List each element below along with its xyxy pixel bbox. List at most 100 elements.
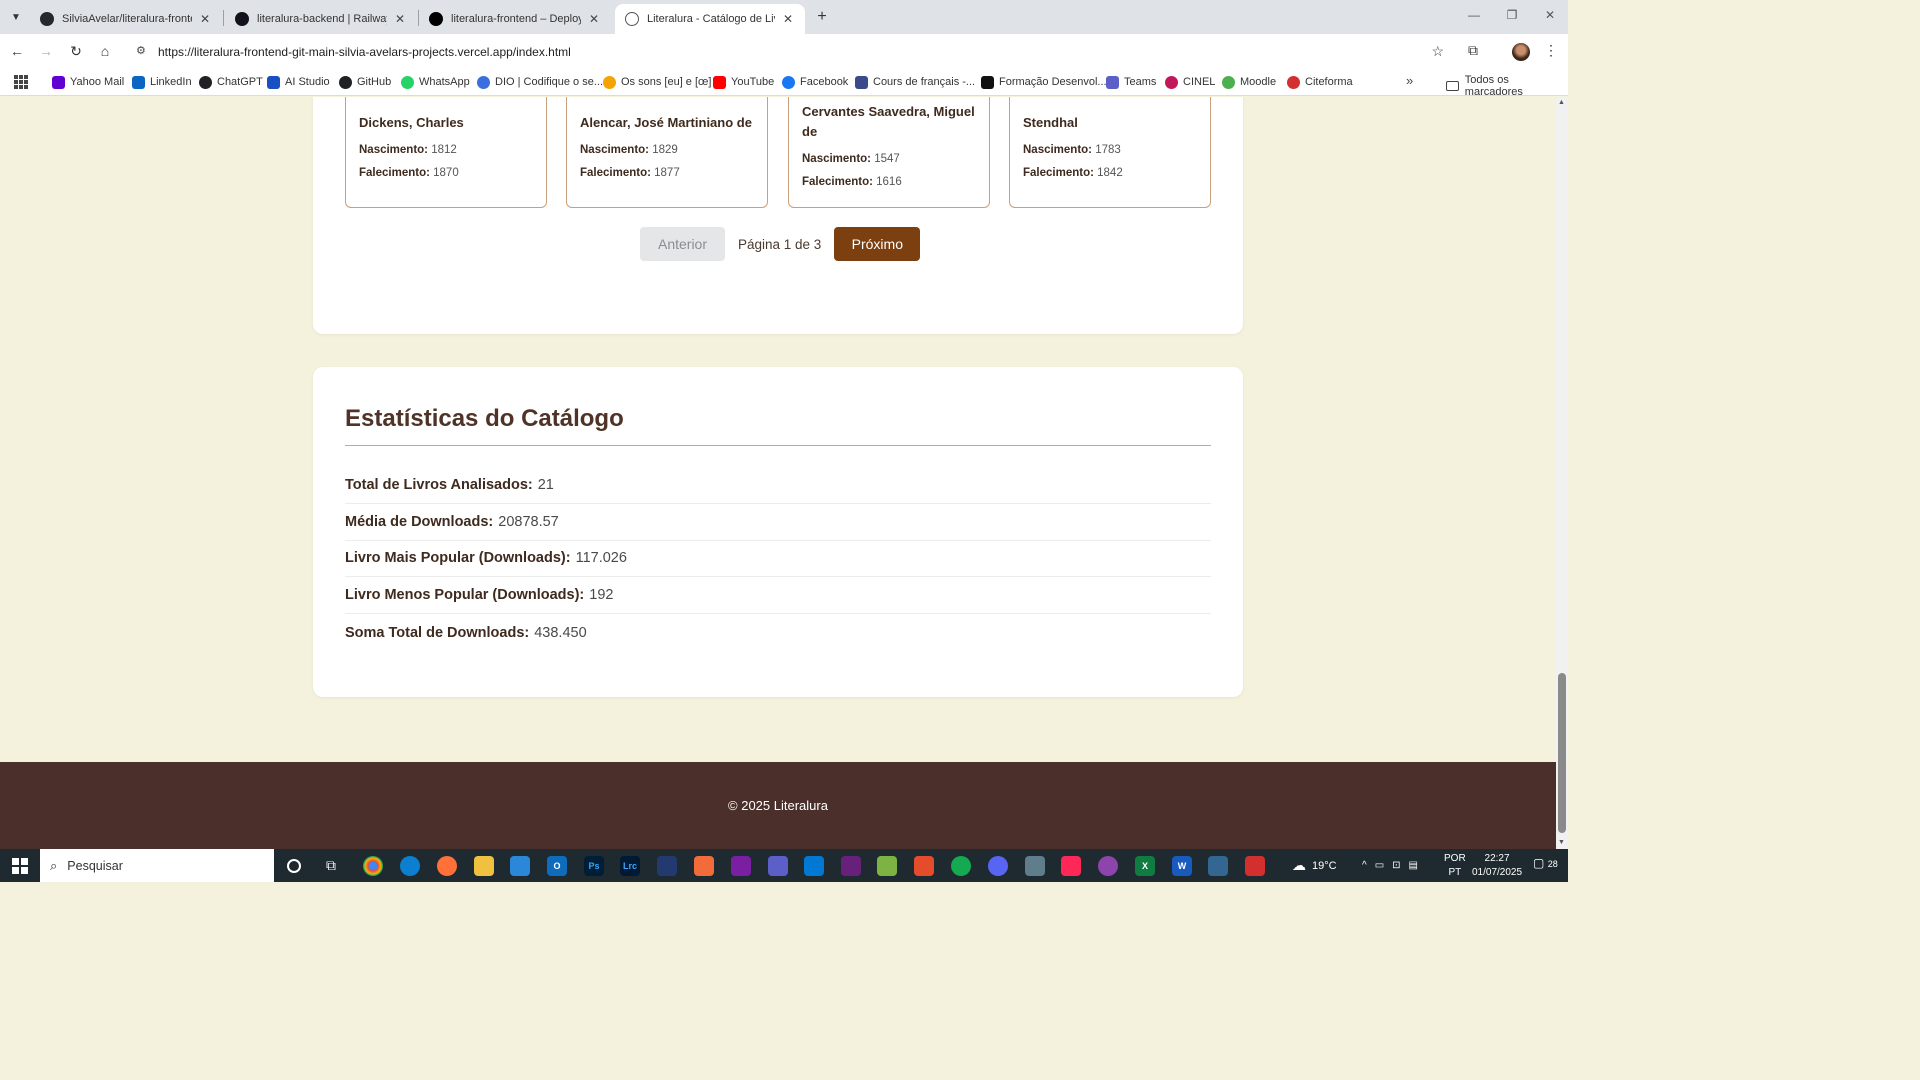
network-icon[interactable]: ▤ bbox=[1409, 860, 1418, 871]
stat-value: 20878.57 bbox=[498, 514, 559, 530]
bookmark-citeforma[interactable]: Citeforma bbox=[1287, 74, 1353, 90]
edge-icon[interactable] bbox=[400, 856, 420, 876]
close-icon[interactable]: ✕ bbox=[198, 12, 212, 26]
next-page-button[interactable]: Próximo bbox=[834, 227, 921, 261]
taskbar-clock[interactable]: 22:27 01/07/2025 bbox=[1472, 852, 1522, 880]
language-indicator[interactable]: POR PT bbox=[1444, 852, 1466, 880]
minimize-icon[interactable]: — bbox=[1464, 8, 1484, 22]
bookmark-chatgpt[interactable]: ChatGPT bbox=[199, 74, 263, 90]
tab-github[interactable]: SilviaAvelar/literalura-frontend ✕ bbox=[30, 4, 222, 34]
bookmark-star-icon[interactable]: ☆ bbox=[1431, 43, 1444, 60]
close-icon[interactable]: ✕ bbox=[393, 12, 407, 26]
bookmark-dio[interactable]: DIO | Codifique o se... bbox=[477, 74, 603, 90]
notifications-button[interactable]: ▢ 28 bbox=[1533, 856, 1558, 870]
task-view-icon[interactable]: ⧉ bbox=[326, 857, 336, 874]
bookmark-whatsapp[interactable]: WhatsApp bbox=[401, 74, 470, 90]
menu-kebab-icon[interactable]: ⋮ bbox=[1544, 42, 1558, 59]
avatar[interactable] bbox=[1512, 43, 1530, 61]
death-label: Falecimento: bbox=[802, 176, 873, 188]
restore-icon[interactable]: ❐ bbox=[1502, 8, 1522, 22]
battery-icon[interactable]: ▭ bbox=[1375, 860, 1384, 871]
bookmark-yahoo-mail[interactable]: Yahoo Mail bbox=[52, 74, 124, 90]
intellij-icon[interactable] bbox=[1061, 856, 1081, 876]
chrome-icon[interactable] bbox=[363, 856, 383, 876]
app-icon[interactable] bbox=[1025, 856, 1045, 876]
bookmark-formacao[interactable]: Formação Desenvol... bbox=[981, 74, 1107, 90]
excel-icon[interactable]: X bbox=[1135, 856, 1155, 876]
vscode-icon[interactable] bbox=[804, 856, 824, 876]
whatsapp-icon bbox=[401, 75, 414, 89]
close-icon[interactable]: ✕ bbox=[587, 12, 601, 26]
tab-search-button[interactable]: ▼ bbox=[6, 7, 26, 27]
eclipse-icon[interactable] bbox=[1098, 856, 1118, 876]
address-bar[interactable]: ⚙ https://literalura-frontend-git-main-s… bbox=[128, 38, 1458, 65]
footer-copyright: © 2025 Literalura bbox=[728, 798, 828, 813]
more-bookmarks-icon[interactable]: » bbox=[1406, 73, 1413, 88]
new-tab-button[interactable]: + bbox=[812, 7, 832, 27]
display-icon[interactable]: ⊡ bbox=[1392, 860, 1400, 871]
home-icon[interactable]: ⌂ bbox=[94, 41, 116, 61]
all-bookmarks-label: Todos os marcadores bbox=[1464, 74, 1523, 98]
notepad-plus-icon[interactable] bbox=[877, 856, 897, 876]
tab-railway[interactable]: literalura-backend | Railway ✕ bbox=[225, 4, 417, 34]
close-icon[interactable]: ✕ bbox=[781, 12, 795, 26]
author-card: Stendhal Nascimento: 1783 Falecimento: 1… bbox=[1009, 97, 1211, 208]
firefox-icon[interactable] bbox=[437, 856, 457, 876]
taskbar-search[interactable]: ⌕ Pesquisar bbox=[40, 849, 274, 882]
discord-icon[interactable] bbox=[988, 856, 1008, 876]
postgresql-icon[interactable] bbox=[1208, 856, 1228, 876]
visual-studio-icon[interactable] bbox=[841, 856, 861, 876]
all-bookmarks-button[interactable]: Todos os marcadores bbox=[1446, 74, 1568, 98]
jetbrains-icon[interactable] bbox=[731, 856, 751, 876]
bookmark-cours-francais[interactable]: Cours de français -... bbox=[855, 74, 975, 90]
tab-literalura[interactable]: Literalura - Catálogo de Livros ✕ bbox=[615, 4, 805, 34]
amazon-icon bbox=[981, 75, 994, 89]
forward-arrow-icon[interactable]: → bbox=[35, 41, 57, 61]
xampp-icon[interactable] bbox=[694, 856, 714, 876]
windows-start-icon[interactable] bbox=[12, 858, 28, 874]
apps-grid-icon[interactable] bbox=[14, 75, 28, 89]
stat-value: 117.026 bbox=[575, 550, 627, 566]
store-icon[interactable] bbox=[510, 856, 530, 876]
photoshop-icon[interactable]: Ps bbox=[584, 856, 604, 876]
bookmark-label: Teams bbox=[1124, 76, 1157, 88]
git-icon[interactable] bbox=[914, 856, 934, 876]
bookmark-facebook[interactable]: Facebook bbox=[782, 74, 848, 90]
url-text[interactable]: https://literalura-frontend-git-main-sil… bbox=[158, 45, 571, 59]
tray-icons[interactable]: ^ ▭ ⊡ ▤ bbox=[1362, 849, 1418, 882]
scroll-down-icon[interactable]: ▼ bbox=[1558, 839, 1565, 846]
bookmark-moodle[interactable]: Moodle bbox=[1222, 74, 1276, 90]
tab-vercel[interactable]: literalura-frontend – Deployment ✕ bbox=[419, 4, 611, 34]
bookmark-ai-studio[interactable]: AI Studio bbox=[267, 74, 330, 90]
weather-widget[interactable]: ☁ 19°C bbox=[1292, 849, 1337, 882]
page-viewport[interactable]: Dickens, Charles Nascimento: 1812 Faleci… bbox=[0, 97, 1556, 849]
scrollbar-thumb[interactable] bbox=[1558, 673, 1566, 833]
teams-icon[interactable] bbox=[768, 856, 788, 876]
page-scrollbar[interactable]: ▲ ▼ bbox=[1556, 97, 1568, 849]
bookmark-github[interactable]: GitHub bbox=[339, 74, 391, 90]
mongodb-icon[interactable] bbox=[951, 856, 971, 876]
stat-value: 192 bbox=[589, 587, 614, 603]
file-explorer-icon[interactable] bbox=[474, 856, 494, 876]
bookmark-label: YouTube bbox=[731, 76, 775, 88]
site-info-icon[interactable]: ⚙ bbox=[136, 44, 146, 57]
scroll-up-icon[interactable]: ▲ bbox=[1558, 99, 1565, 106]
lightroom-icon[interactable]: Lrc bbox=[620, 856, 640, 876]
bookmark-cinel[interactable]: CINEL bbox=[1165, 74, 1215, 90]
previous-page-button[interactable]: Anterior bbox=[640, 227, 725, 261]
bookmark-label: Moodle bbox=[1240, 76, 1277, 88]
sql-server-icon[interactable] bbox=[657, 856, 677, 876]
bookmark-os-sons[interactable]: Os sons [eu] e [œ] bbox=[603, 74, 711, 90]
chevron-up-icon[interactable]: ^ bbox=[1362, 860, 1367, 871]
cortana-icon[interactable] bbox=[287, 859, 301, 873]
reload-icon[interactable]: ↻ bbox=[65, 41, 87, 61]
back-arrow-icon[interactable]: ← bbox=[6, 41, 28, 61]
word-icon[interactable]: W bbox=[1172, 856, 1192, 876]
acrobat-icon[interactable] bbox=[1245, 856, 1265, 876]
outlook-icon[interactable]: O bbox=[547, 856, 567, 876]
extensions-icon[interactable]: ⧉ bbox=[1468, 42, 1478, 59]
bookmark-youtube[interactable]: YouTube bbox=[713, 74, 774, 90]
bookmark-teams[interactable]: Teams bbox=[1106, 74, 1156, 90]
close-window-icon[interactable]: ✕ bbox=[1540, 8, 1560, 22]
bookmark-linkedin[interactable]: LinkedIn bbox=[132, 74, 192, 90]
